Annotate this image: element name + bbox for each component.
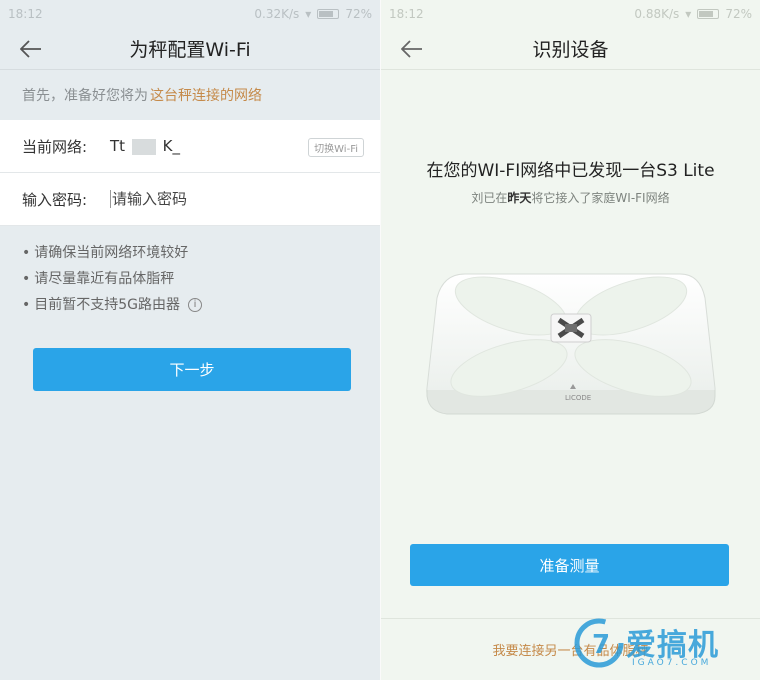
current-network-row: 当前网络: Tt K_ 切换Wi-Fi	[0, 120, 380, 173]
list-item: • 目前暂不支持5G路由器 i	[22, 292, 380, 318]
status-bar: 18:12 0.32K/s ▾ 72%	[0, 0, 380, 28]
ready-measure-button[interactable]: 准备测量	[410, 544, 729, 586]
redacted-block	[131, 138, 156, 155]
wifi-signal-icon: ▾	[685, 7, 692, 21]
battery-icon	[697, 9, 720, 19]
page-title: 为秤配置Wi-Fi	[129, 39, 251, 61]
app-bar: 识别设备	[381, 28, 760, 70]
status-time: 18:12	[8, 7, 43, 21]
wifi-setup-screen: 18:12 0.32K/s ▾ 72% 为秤配置Wi-Fi 首先，准备好您将为 …	[0, 0, 380, 680]
password-label: 输入密码:	[22, 190, 88, 209]
wifi-signal-icon: ▾	[305, 7, 312, 21]
device-brand-label: LICODE	[565, 394, 591, 402]
password-row: 输入密码:	[0, 173, 380, 226]
site-watermark: 7 爱搞机 IGAO7.COM	[572, 614, 752, 674]
network-speed: 0.32K/s	[254, 7, 300, 21]
wifi-form: 当前网络: Tt K_ 切换Wi-Fi 输入密码:	[0, 120, 380, 226]
device-found-heading: 在您的WI-FI网络中已发现一台S3 Lite	[426, 161, 715, 181]
network-speed: 0.88K/s	[634, 7, 680, 21]
list-item: • 请尽量靠近有品体脂秤	[22, 271, 175, 287]
switch-wifi-button[interactable]: 切换Wi-Fi	[308, 138, 364, 157]
network-name: Tt K_	[110, 137, 180, 155]
watermark-site: IGAO7.COM	[632, 658, 712, 668]
back-arrow-icon[interactable]	[18, 37, 44, 61]
info-icon[interactable]: i	[188, 298, 203, 312]
prep-instruction: 首先，准备好您将为 这台秤连接的网络	[0, 70, 380, 120]
prep-text: 首先，准备好您将为	[22, 88, 148, 104]
password-input[interactable]	[110, 190, 310, 208]
app-bar: 为秤配置Wi-Fi	[0, 28, 380, 70]
battery-icon	[317, 9, 340, 19]
watermark-logo-icon: 7	[574, 618, 624, 668]
next-button[interactable]: 下一步	[33, 348, 351, 391]
battery-level: 72%	[345, 7, 372, 21]
status-time: 18:12	[389, 7, 424, 21]
back-arrow-icon[interactable]	[399, 37, 425, 61]
network-link[interactable]: 这台秤连接的网络	[150, 85, 262, 105]
smart-scale-image: LICODE	[425, 268, 717, 416]
svg-text:7: 7	[592, 630, 610, 660]
list-item: • 请确保当前网络环境较好	[22, 245, 189, 261]
battery-level: 72%	[725, 7, 752, 21]
page-title: 识别设备	[532, 39, 609, 61]
tips-list: • 请确保当前网络环境较好 • 请尽量靠近有品体脂秤 • 目前暂不支持5G路由器…	[0, 226, 380, 318]
device-found-subtext: 刘已在昨天将它接入了家庭WI-FI网络	[471, 191, 670, 205]
device-found-screen: 18:12 0.88K/s ▾ 72% 识别设备 在您的WI-FI网络中已发现一…	[381, 0, 760, 680]
network-label: 当前网络:	[22, 137, 88, 156]
status-bar: 18:12 0.88K/s ▾ 72%	[381, 0, 760, 28]
